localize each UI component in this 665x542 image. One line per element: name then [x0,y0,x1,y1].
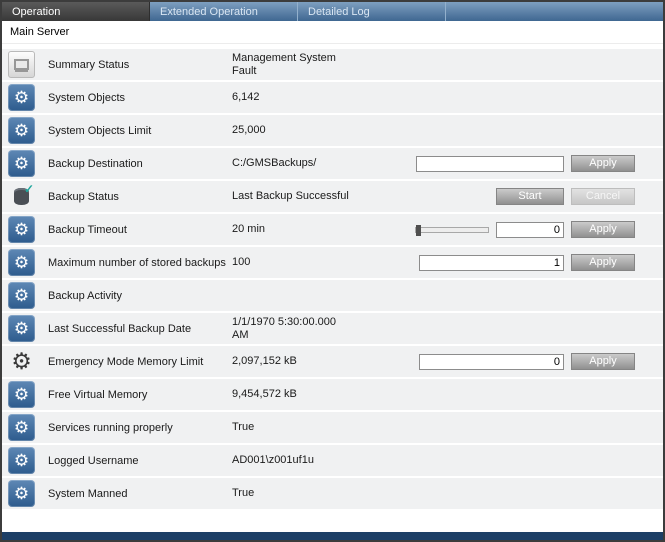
tab-detailed-log[interactable]: Detailed Log [298,2,446,21]
tab-bar: Operation Extended Operation Detailed Lo… [2,2,663,21]
table-row: ⚙ Services running properly True [2,412,663,445]
table-row: ⚙ Free Virtual Memory 9,454,572 kB [2,379,663,412]
dark-gear-icon: ⚙ [8,348,35,375]
row-label: Backup Destination [48,158,232,170]
row-value: 25,000 [232,124,419,137]
status-table: Summary Status Management System Fault ⚙… [2,44,663,532]
cancel-button[interactable]: Cancel [571,188,635,205]
row-label: Emergency Mode Memory Limit [48,356,232,368]
row-label: Logged Username [48,455,232,467]
row-value: Management System Fault [232,52,419,78]
row-label: System Manned [48,488,232,500]
table-row: ⚙ Backup Destination C:/GMSBackups/ Appl… [2,148,663,181]
gears-icon: ⚙ [8,381,35,408]
row-value: 1/1/1970 5:30:00.000 AM [232,316,419,342]
tab-extended-operation[interactable]: Extended Operation [150,2,298,21]
tab-operation[interactable]: Operation [2,2,150,21]
row-label: Backup Timeout [48,224,232,236]
max-stored-backups-input[interactable] [419,255,564,271]
row-value: 20 min [232,223,415,236]
row-label: Summary Status [48,59,232,71]
gears-icon: ⚙ [8,414,35,441]
backup-timeout-input[interactable] [496,222,564,238]
apply-button[interactable]: Apply [571,155,635,172]
emergency-memory-limit-input[interactable] [419,354,564,370]
gears-icon: ⚙ [8,282,35,309]
monitor-icon [8,51,35,78]
table-row: ⚙ Emergency Mode Memory Limit 2,097,152 … [2,346,663,379]
row-label: Last Successful Backup Date [48,323,232,335]
gears-icon: ⚙ [8,249,35,276]
apply-button[interactable]: Apply [571,254,635,271]
row-value: C:/GMSBackups/ [232,157,416,170]
row-value: True [232,421,419,434]
table-row: ⚙ System Objects 6,142 [2,82,663,115]
row-value: AD001\z001uf1u [232,454,419,467]
row-value: 6,142 [232,91,419,104]
apply-button[interactable]: Apply [571,221,635,238]
management-system-window: Operation Extended Operation Detailed Lo… [0,0,665,542]
row-label: Backup Activity [48,290,232,302]
table-row: ⚙ System Objects Limit 25,000 [2,115,663,148]
server-name-header: Main Server [2,21,663,44]
table-row: ⚙ Backup Activity [2,280,663,313]
row-value: 100 [232,256,419,269]
table-row: ⚙ Maximum number of stored backups 100 A… [2,247,663,280]
backup-timeout-slider[interactable] [415,227,489,233]
gears-icon: ⚙ [8,480,35,507]
tab-bar-filler [446,2,663,21]
row-value: 9,454,572 kB [232,388,419,401]
gears-icon: ⚙ [8,216,35,243]
table-row: ⚙ Last Successful Backup Date 1/1/1970 5… [2,313,663,346]
row-value: Last Backup Successful [232,190,419,203]
row-value: 2,097,152 kB [232,355,419,368]
bottom-status-strip [2,532,663,540]
table-row: ⚙ Backup Timeout 20 min Apply [2,214,663,247]
table-row: ⚙ System Manned True [2,478,663,511]
slider-handle[interactable] [416,225,421,236]
row-label: Services running properly [48,422,232,434]
row-label: Free Virtual Memory [48,389,232,401]
gears-icon: ⚙ [8,117,35,144]
table-row: ⚙ Logged Username AD001\z001uf1u [2,445,663,478]
backup-destination-input[interactable] [416,156,564,172]
row-value: True [232,487,419,500]
backup-database-icon: ✓ [8,183,35,210]
gears-icon: ⚙ [8,315,35,342]
gears-icon: ⚙ [8,84,35,111]
gears-icon: ⚙ [8,447,35,474]
row-label: Backup Status [48,191,232,203]
row-label: Maximum number of stored backups [48,257,232,269]
gears-icon: ⚙ [8,150,35,177]
table-row: ✓ Backup Status Last Backup Successful S… [2,181,663,214]
row-label: System Objects Limit [48,125,232,137]
start-button[interactable]: Start [496,188,564,205]
table-row: Summary Status Management System Fault [2,49,663,82]
row-label: System Objects [48,92,232,104]
apply-button[interactable]: Apply [571,353,635,370]
